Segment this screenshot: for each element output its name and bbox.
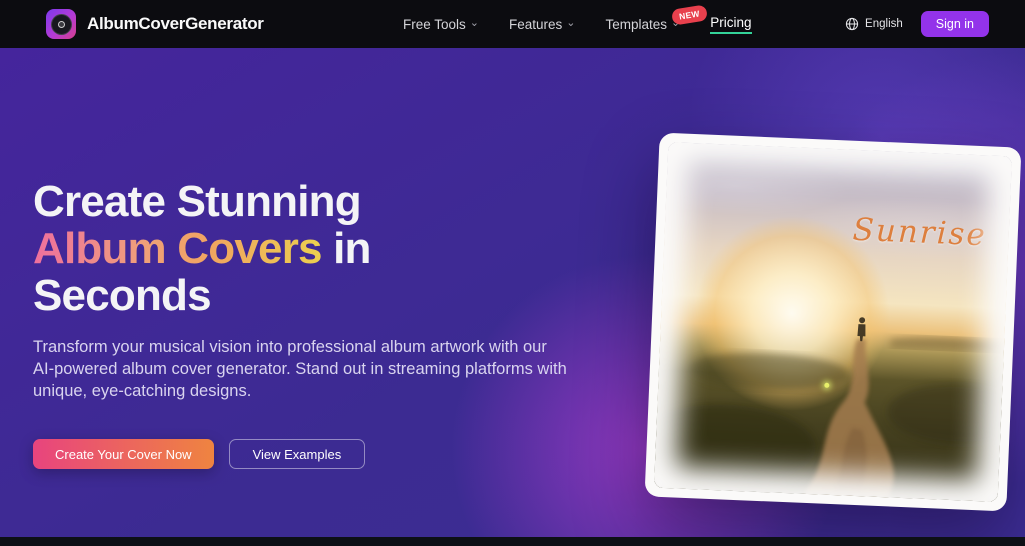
chevron-down-icon: ⌄ xyxy=(470,18,479,29)
nav-item-pricing[interactable]: Pricing xyxy=(710,15,751,34)
create-cover-button[interactable]: Create Your Cover Now xyxy=(33,439,214,469)
hero-section: Create Stunning Album Covers in Seconds … xyxy=(0,48,1025,537)
person-silhouette xyxy=(857,317,866,341)
vinyl-record-icon xyxy=(46,9,76,39)
album-cover-preview: Sunrise xyxy=(645,133,1022,512)
cta-row: Create Your Cover Now View Examples xyxy=(33,439,598,469)
nav-item-templates[interactable]: Templates ⌄ NEW xyxy=(606,17,681,32)
view-examples-button[interactable]: View Examples xyxy=(229,439,366,469)
new-badge: NEW xyxy=(670,4,707,25)
main-nav: Free Tools ⌄ Features ⌄ Templates ⌄ NEW … xyxy=(403,0,752,48)
brand-logo[interactable]: AlbumCoverGenerator xyxy=(46,0,264,48)
language-label: English xyxy=(865,18,903,30)
globe-icon xyxy=(845,17,859,31)
navbar: AlbumCoverGenerator Free Tools ⌄ Feature… xyxy=(0,0,1025,48)
nav-item-features[interactable]: Features ⌄ xyxy=(509,17,576,32)
language-selector[interactable]: English xyxy=(845,17,903,31)
brand-name: AlbumCoverGenerator xyxy=(87,14,264,34)
album-title-text: Sunrise xyxy=(852,212,988,254)
sunrise-photo: Sunrise xyxy=(654,142,1012,502)
hero-description: Transform your musical vision into profe… xyxy=(33,337,568,403)
page-title: Create Stunning Album Covers in Seconds xyxy=(33,178,598,319)
nav-item-free-tools[interactable]: Free Tools ⌄ xyxy=(403,17,479,32)
title-gradient-text: Album Covers xyxy=(33,224,322,273)
hero-content: Create Stunning Album Covers in Seconds … xyxy=(33,178,598,469)
field-path-illustration xyxy=(654,142,1012,502)
sign-in-button[interactable]: Sign in xyxy=(921,11,989,37)
chevron-down-icon: ⌄ xyxy=(566,18,575,29)
nav-right: English Sign in xyxy=(845,0,989,48)
next-section-edge xyxy=(0,537,1025,546)
